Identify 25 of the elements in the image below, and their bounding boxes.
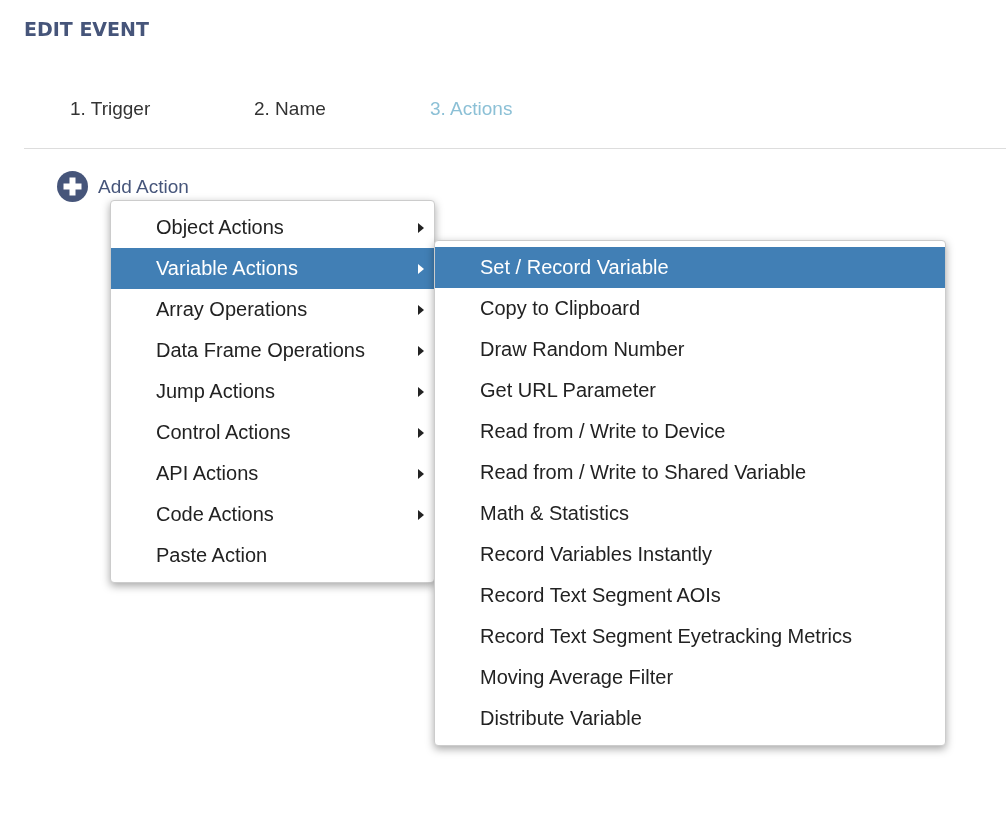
menu-item[interactable]: Paste Action <box>111 535 434 576</box>
menu-item[interactable]: Control Actions <box>111 412 434 453</box>
menu-item[interactable]: Read from / Write to Shared Variable <box>435 452 945 493</box>
page-title: EDIT EVENT <box>23 17 150 42</box>
menu-item[interactable]: Array Operations <box>111 289 434 330</box>
step-tab[interactable]: 2. Name <box>254 96 430 122</box>
menu-item[interactable]: Record Variables Instantly <box>435 534 945 575</box>
menu-item[interactable]: Draw Random Number <box>435 329 945 370</box>
menu-item[interactable]: API Actions <box>111 453 434 494</box>
step-tab[interactable]: 1. Trigger <box>70 96 254 122</box>
menu-item[interactable]: Math & Statistics <box>435 493 945 534</box>
plus-icon <box>57 171 88 202</box>
menu-item[interactable]: Copy to Clipboard <box>435 288 945 329</box>
menu-item[interactable]: Record Text Segment AOIs <box>435 575 945 616</box>
menu-item[interactable]: Jump Actions <box>111 371 434 412</box>
menu-item[interactable]: Read from / Write to Device <box>435 411 945 452</box>
menu-item[interactable]: Record Text Segment Eyetracking Metrics <box>435 616 945 657</box>
menu-item[interactable]: Set / Record Variable <box>435 247 945 288</box>
menu-item[interactable]: Get URL Parameter <box>435 370 945 411</box>
menu-item[interactable]: Object Actions <box>111 207 434 248</box>
menu-item[interactable]: Distribute Variable <box>435 698 945 739</box>
menu-item[interactable]: Moving Average Filter <box>435 657 945 698</box>
menu-item[interactable]: Data Frame Operations <box>111 330 434 371</box>
menu-item[interactable]: Code Actions <box>111 494 434 535</box>
menu-item[interactable]: Variable Actions <box>111 248 434 289</box>
